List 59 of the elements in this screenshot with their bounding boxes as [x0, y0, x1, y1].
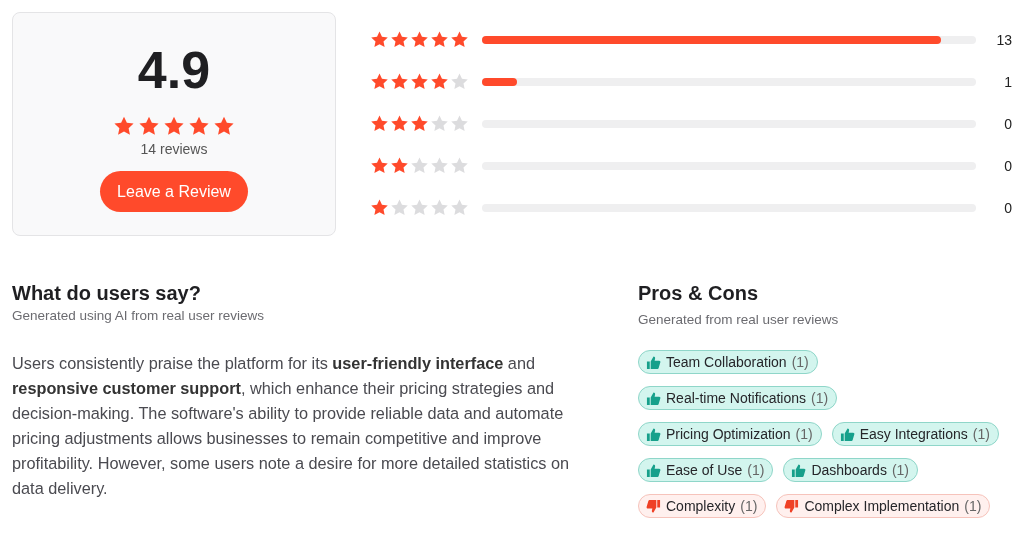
pro-tag: Team Collaboration (1)	[638, 350, 818, 374]
star-icon	[450, 114, 469, 133]
star-icon	[370, 30, 389, 49]
star-icon	[410, 30, 429, 49]
thumbs-up-icon	[646, 426, 661, 442]
section-subtitle: Generated using AI from real user reviews	[12, 308, 266, 323]
star-icon	[390, 72, 409, 91]
pro-tag: Real-time Notifications (1)	[638, 386, 838, 410]
summary-paragraph: Users consistently praise the platform for its user-friendly interface and responsive customer support, which enhance their pricing strategies and decision-making. The software's ability to provide reliable data and automate pricing adjustments allows businesses to remain competitive and improve profitability. However, some users note a desire for more detailed statistics on data delivery.	[12, 353, 571, 499]
star-icon	[138, 115, 160, 137]
star-icon	[410, 198, 429, 217]
star-icon	[370, 156, 389, 175]
star-icon	[430, 30, 449, 49]
star-icon	[390, 198, 409, 217]
star-icon	[430, 198, 449, 217]
rating-count: 0	[1003, 115, 1012, 132]
thumbs-up-icon	[646, 354, 661, 370]
thumbs-down-icon	[784, 498, 800, 514]
thumbs-up-icon	[646, 390, 661, 406]
average-score: 4.9	[137, 41, 211, 99]
section-title: What do users say?	[12, 281, 202, 306]
star-icon	[410, 156, 429, 175]
star-icon	[188, 115, 210, 137]
rating-count: 0	[1003, 157, 1012, 174]
star-icon	[390, 156, 409, 175]
star-icon	[430, 156, 449, 175]
pro-tag: Dashboards (1)	[783, 458, 918, 482]
star-icon	[450, 198, 469, 217]
rating-count: 13	[995, 31, 1012, 48]
section-subtitle: Generated from real user reviews	[638, 312, 840, 327]
star-icon	[163, 115, 185, 137]
star-icon	[430, 72, 449, 91]
pro-tag: Ease of Use (1)	[638, 458, 774, 482]
leave-review-button[interactable]: Leave a Review	[100, 171, 248, 212]
star-icon	[410, 114, 429, 133]
section-title: Pros & Cons	[638, 281, 760, 306]
star-icon	[213, 115, 235, 137]
star-icon	[113, 115, 135, 137]
star-icon	[450, 30, 469, 49]
star-icon	[370, 198, 389, 217]
star-icon	[370, 72, 389, 91]
star-icon	[450, 72, 469, 91]
thumbs-up-icon	[791, 462, 807, 478]
thumbs-down-icon	[646, 498, 661, 514]
rating-count: 0	[1003, 199, 1012, 216]
star-icon	[370, 114, 389, 133]
star-icon	[390, 114, 409, 133]
pro-tag: Easy Integrations (1)	[831, 422, 999, 446]
pro-tag: Pricing Optimization (1)	[638, 422, 822, 446]
review-count: 14 reviews	[140, 141, 208, 157]
star-icon	[410, 72, 429, 91]
star-icon	[450, 156, 469, 175]
thumbs-up-icon	[839, 426, 855, 442]
con-tag: Complexity (1)	[638, 494, 767, 518]
thumbs-up-icon	[646, 462, 661, 478]
con-tag: Complex Implementation (1)	[776, 494, 991, 518]
star-icon	[390, 30, 409, 49]
rating-count: 1	[1003, 73, 1012, 90]
star-icon	[430, 114, 449, 133]
